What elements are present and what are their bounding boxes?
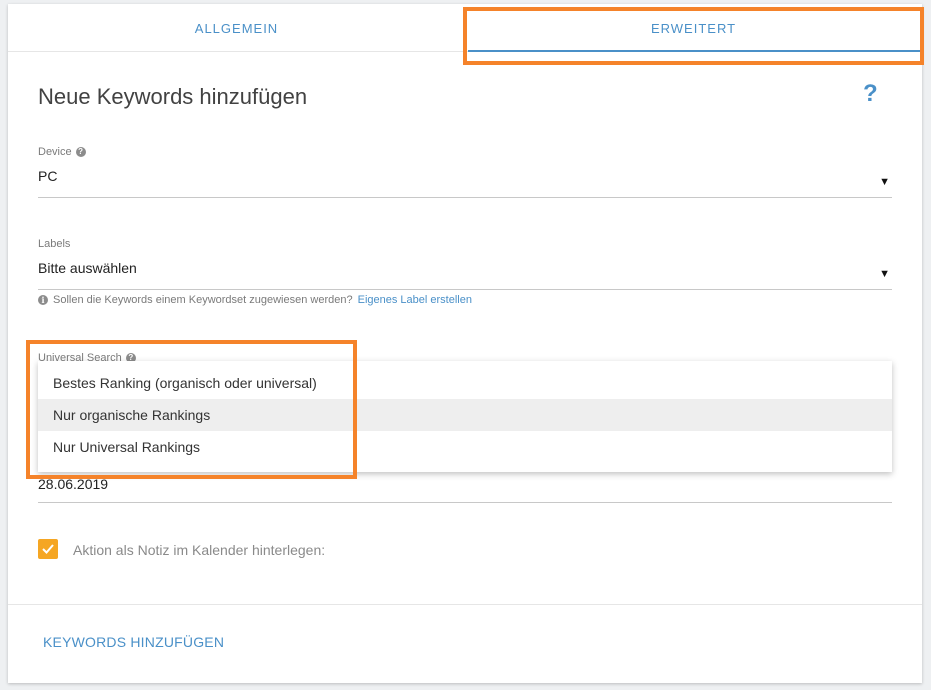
device-label-text: Device (38, 146, 72, 158)
create-label-link[interactable]: Eigenes Label erstellen (358, 294, 472, 306)
add-keywords-card: ALLGEMEIN ERWEITERT Neue Keywords hinzuf… (8, 4, 922, 683)
dropdown-option-universal[interactable]: Nur Universal Rankings (38, 431, 892, 463)
labels-label: Labels (38, 238, 892, 250)
note-checkbox[interactable] (38, 539, 58, 559)
tab-bar: ALLGEMEIN ERWEITERT (8, 4, 922, 52)
date-field[interactable]: 28.06.2019 (38, 472, 892, 504)
dropdown-arrow-icon: ▼ (879, 268, 890, 280)
labels-value: Bitte auswählen (38, 260, 137, 276)
device-value: PC (38, 168, 58, 184)
add-keywords-button[interactable]: KEYWORDS HINZUFÜGEN (43, 634, 224, 650)
footer-divider (8, 604, 922, 605)
page-title: Neue Keywords hinzufügen (38, 84, 308, 109)
dropdown-option-best-ranking[interactable]: Bestes Ranking (organisch oder universal… (38, 367, 892, 399)
labels-underline (38, 289, 892, 290)
help-icon[interactable]: ? (863, 80, 878, 108)
date-value: 28.06.2019 (38, 476, 109, 492)
labels-select[interactable]: Labels Bitte auswählen ▼ (38, 238, 892, 290)
labels-hint-text: Sollen die Keywords einem Keywordset zug… (53, 294, 353, 306)
universal-search-dropdown-menu: Bestes Ranking (organisch oder universal… (38, 361, 892, 472)
labels-label-text: Labels (38, 238, 71, 250)
checkmark-icon (42, 544, 54, 554)
note-checkbox-label: Aktion als Notiz im Kalender hinterlegen… (73, 542, 326, 558)
date-underline (38, 502, 892, 503)
dropdown-arrow-icon: ▼ (879, 176, 890, 188)
active-tab-indicator (468, 50, 920, 52)
device-select[interactable]: Device ? PC ▼ (38, 146, 892, 198)
device-underline (38, 197, 892, 198)
tab-allgemein[interactable]: ALLGEMEIN (8, 4, 465, 52)
labels-hint: i Sollen die Keywords einem Keywordset z… (38, 294, 472, 306)
tab-erweitert[interactable]: ERWEITERT (465, 4, 922, 52)
dropdown-option-organic[interactable]: Nur organische Rankings (38, 399, 892, 431)
device-label: Device ? (38, 146, 892, 158)
info-icon: i (38, 295, 48, 305)
question-mark-icon[interactable]: ? (75, 147, 86, 157)
